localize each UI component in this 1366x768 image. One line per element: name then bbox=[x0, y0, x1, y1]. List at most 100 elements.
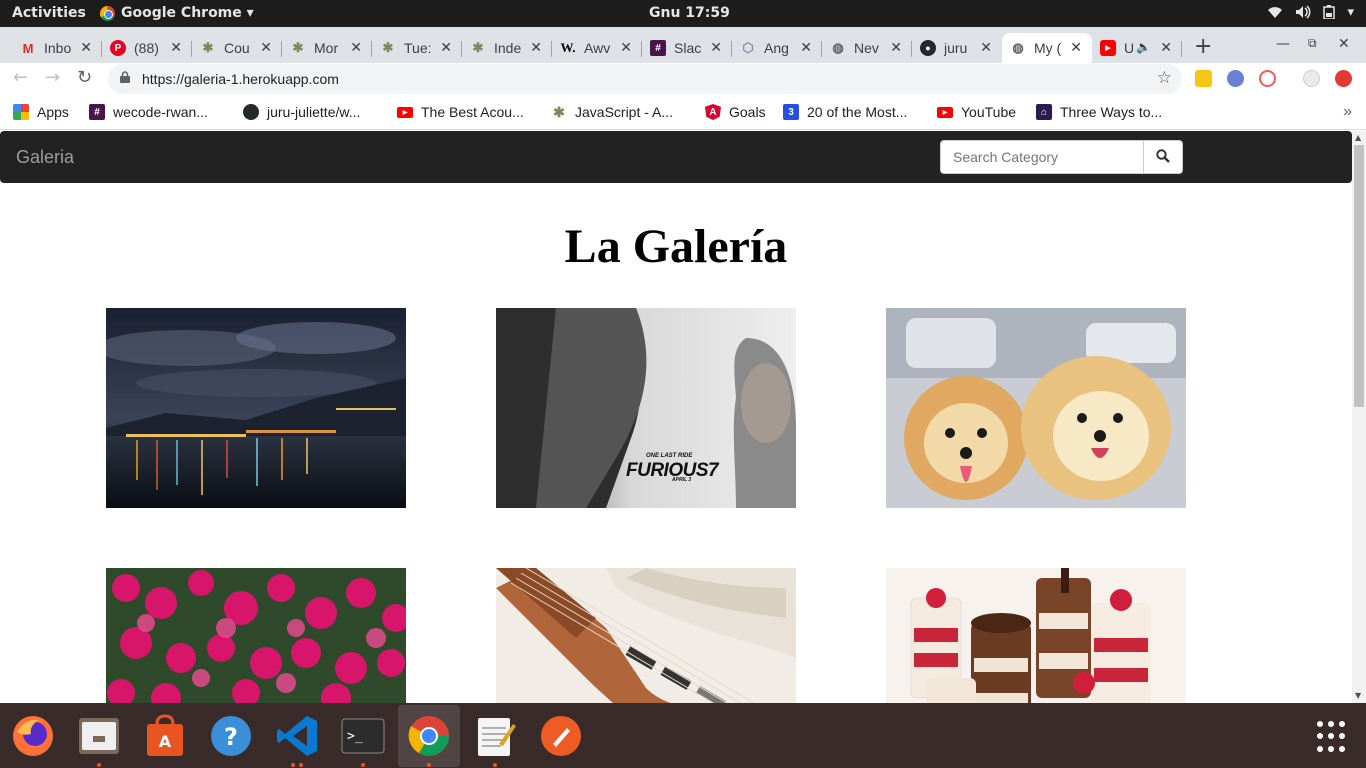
bookmark-star-icon[interactable]: ☆ bbox=[1157, 68, 1172, 88]
gallery-image-guitar[interactable] bbox=[496, 568, 796, 703]
bookmark-three-ways[interactable]: ⌂ Three Ways to... bbox=[1036, 104, 1162, 120]
close-icon[interactable]: ✕ bbox=[620, 39, 632, 56]
bookmark-20-most[interactable]: 3 20 of the Most... bbox=[783, 104, 907, 120]
w-icon: W. bbox=[560, 40, 576, 55]
bookmark-wecode[interactable]: # wecode-rwan... bbox=[89, 104, 208, 120]
tab-title: Inde bbox=[494, 40, 522, 56]
extension-info-icon[interactable] bbox=[1227, 70, 1244, 87]
chrome-dock-icon[interactable] bbox=[398, 705, 460, 767]
gallery-image-furious7[interactable]: ONE LAST RIDE FURIOUS7 APRIL 3 bbox=[496, 308, 796, 508]
close-icon[interactable]: ✕ bbox=[1160, 39, 1172, 56]
close-icon[interactable]: ✕ bbox=[800, 39, 812, 56]
address-bar[interactable]: https://galeria-1.herokuapp.com ☆ bbox=[108, 64, 1182, 94]
tab-title: Awv bbox=[584, 40, 611, 56]
minimize-button[interactable]: — bbox=[1276, 36, 1290, 52]
page-scrollbar[interactable]: ▲ ▼ bbox=[1352, 131, 1366, 703]
chrome-icon bbox=[100, 5, 115, 21]
bookmark-github[interactable]: juru-juliette/w... bbox=[243, 104, 360, 120]
close-icon[interactable]: ✕ bbox=[260, 39, 272, 56]
vscode-icon[interactable] bbox=[275, 714, 319, 758]
tab-title: juru bbox=[944, 40, 968, 56]
tab-active-galeria[interactable]: ◍ My ( ✕ bbox=[1002, 33, 1092, 63]
bookmark-apps[interactable]: Apps bbox=[13, 104, 69, 120]
extension-cloud-icon[interactable] bbox=[1303, 70, 1320, 87]
window-close-button[interactable]: ✕ bbox=[1338, 36, 1350, 52]
show-applications-button[interactable] bbox=[1317, 721, 1349, 753]
close-icon[interactable]: ✕ bbox=[710, 39, 722, 56]
activities-button[interactable]: Activities bbox=[12, 5, 86, 21]
extension-notes-icon[interactable] bbox=[1195, 70, 1212, 87]
tab-palm-3[interactable]: ✱ Tue: ✕ bbox=[372, 33, 462, 63]
tab-w[interactable]: W. Awv ✕ bbox=[552, 33, 642, 63]
search-input[interactable] bbox=[940, 140, 1144, 174]
bookmark-javascript[interactable]: ✱ JavaScript - A... bbox=[551, 103, 674, 121]
slack-icon: # bbox=[650, 40, 666, 56]
forward-button[interactable]: → bbox=[45, 67, 60, 88]
bookmark-label: Goals bbox=[729, 104, 766, 120]
lock-icon bbox=[120, 71, 130, 83]
scroll-down-icon[interactable]: ▼ bbox=[1355, 691, 1361, 700]
browser-toolbar: ← → ↻ https://galeria-1.herokuapp.com ☆ bbox=[0, 63, 1366, 95]
poster-tagline: ONE LAST RIDE bbox=[646, 453, 693, 459]
running-indicator bbox=[97, 763, 101, 767]
tab-palm-4[interactable]: ✱ Inde ✕ bbox=[462, 33, 552, 63]
bookmark-label: JavaScript - A... bbox=[575, 104, 674, 120]
close-icon[interactable]: ✕ bbox=[980, 39, 992, 56]
reload-button[interactable]: ↻ bbox=[77, 67, 92, 88]
files-icon[interactable] bbox=[77, 714, 121, 758]
tab-youtube[interactable]: ▶ U 🔈 ✕ bbox=[1092, 33, 1182, 63]
restore-button[interactable]: ⧉ bbox=[1308, 36, 1317, 51]
running-indicator bbox=[427, 763, 431, 767]
software-center-icon[interactable]: A bbox=[143, 714, 187, 758]
close-icon[interactable]: ✕ bbox=[1070, 39, 1082, 56]
running-indicator bbox=[361, 763, 365, 767]
search-button[interactable] bbox=[1143, 140, 1183, 174]
tab-angular[interactable]: ⬡ Ang ✕ bbox=[732, 33, 822, 63]
tab-slack[interactable]: # Slac ✕ bbox=[642, 33, 732, 63]
scrollbar-thumb[interactable] bbox=[1354, 145, 1364, 407]
chevron-down-icon: ▾ bbox=[1347, 5, 1354, 20]
close-icon[interactable]: ✕ bbox=[350, 39, 362, 56]
tab-palm-1[interactable]: ✱ Cou ✕ bbox=[192, 33, 282, 63]
navbar-brand[interactable]: Galeria bbox=[16, 147, 74, 168]
back-button[interactable]: ← bbox=[13, 67, 28, 88]
close-icon[interactable]: ✕ bbox=[530, 39, 542, 56]
tab-github[interactable]: ● juru ✕ bbox=[912, 33, 1002, 63]
scroll-up-icon[interactable]: ▲ bbox=[1355, 133, 1361, 142]
tab-globe-1[interactable]: ◍ Nev ✕ bbox=[822, 33, 912, 63]
extension-record-icon[interactable] bbox=[1259, 70, 1276, 87]
close-icon[interactable]: ✕ bbox=[80, 39, 92, 56]
bookmark-acoustic[interactable]: ▶ The Best Acou... bbox=[397, 104, 524, 120]
bookmark-youtube[interactable]: ▶ YouTube bbox=[937, 104, 1016, 120]
extension-update-icon[interactable] bbox=[1335, 70, 1352, 87]
app-menu[interactable]: Google Chrome ▾ bbox=[100, 5, 254, 21]
close-icon[interactable]: ✕ bbox=[170, 39, 182, 56]
clock-label: Gnu 17:59 bbox=[649, 5, 730, 21]
tab-title: Inbo bbox=[44, 40, 72, 56]
gallery-image-night-city[interactable] bbox=[106, 308, 406, 508]
new-tab-button[interactable]: + bbox=[1194, 34, 1212, 59]
close-icon[interactable]: ✕ bbox=[890, 39, 902, 56]
bookmark-goals[interactable]: A Goals bbox=[705, 104, 766, 120]
bookmark-label: The Best Acou... bbox=[421, 104, 524, 120]
clock[interactable]: Gnu 17:59 bbox=[649, 5, 740, 72]
terminal-icon[interactable]: >_ bbox=[341, 714, 385, 758]
gallery-image-pink-flowers[interactable] bbox=[106, 568, 406, 703]
gallery-image-pomeranians[interactable] bbox=[886, 308, 1186, 508]
close-icon[interactable]: ✕ bbox=[440, 39, 452, 56]
tab-gmail[interactable]: M Inbo ✕ bbox=[12, 33, 102, 63]
gallery-image-desserts[interactable] bbox=[886, 568, 1186, 703]
tab-pinterest[interactable]: P (88) ✕ bbox=[102, 33, 192, 63]
postman-icon[interactable] bbox=[539, 714, 583, 758]
palm-icon: ✱ bbox=[553, 103, 565, 120]
tab-palm-2[interactable]: ✱ Mor ✕ bbox=[282, 33, 372, 63]
firefox-icon[interactable] bbox=[11, 714, 55, 758]
bookmark-label: 20 of the Most... bbox=[807, 104, 908, 120]
help-icon[interactable]: ? bbox=[209, 714, 253, 758]
more-bookmarks-button[interactable]: » bbox=[1343, 103, 1352, 121]
bookmark-icon: ⌂ bbox=[1036, 104, 1052, 120]
text-editor-icon[interactable] bbox=[473, 714, 517, 758]
app-menu-label: Google Chrome ▾ bbox=[121, 5, 254, 21]
tab-title: Ang bbox=[764, 40, 789, 56]
system-tray[interactable]: ▾ bbox=[1267, 5, 1354, 20]
